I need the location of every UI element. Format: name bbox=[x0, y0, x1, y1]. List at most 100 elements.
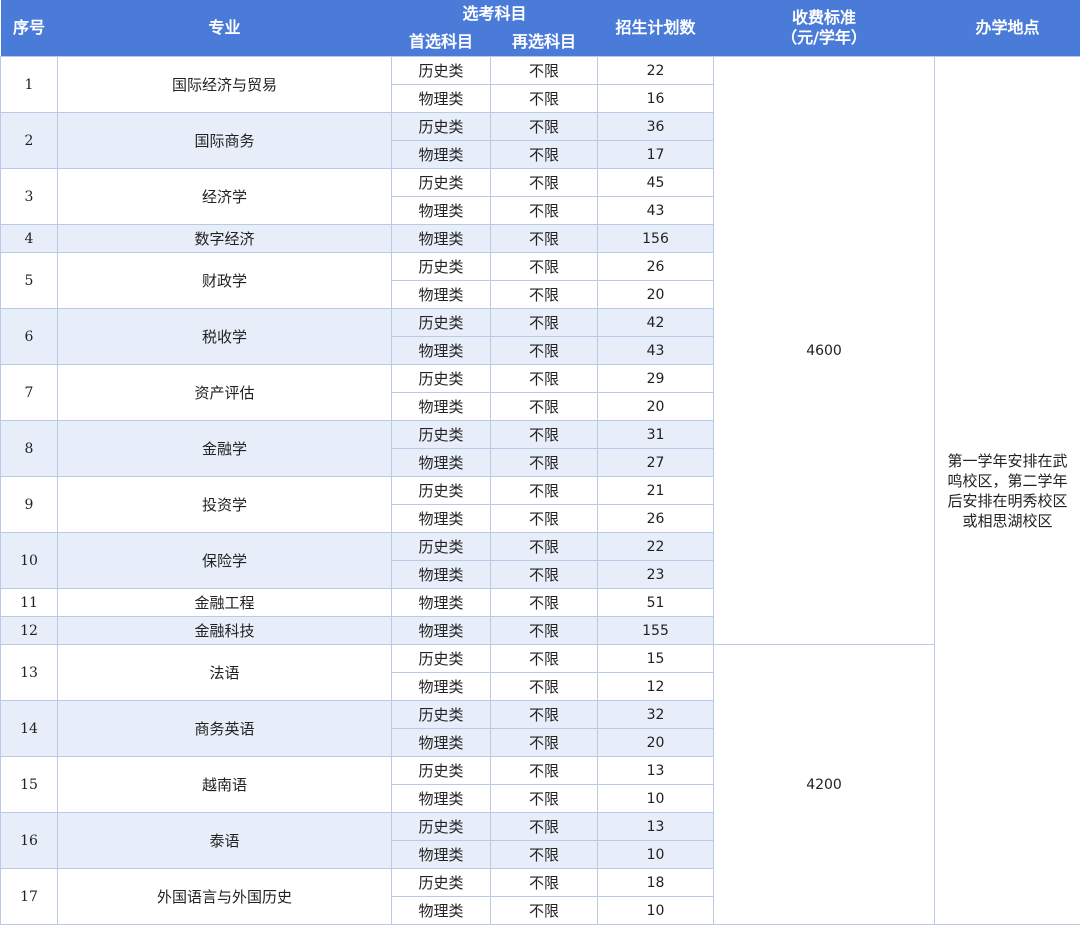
header-first-subject: 首选科目 bbox=[392, 28, 491, 57]
cell-major: 金融工程 bbox=[58, 589, 392, 617]
cell-second-subject: 不限 bbox=[491, 225, 598, 253]
cell-first-subject: 物理类 bbox=[392, 225, 491, 253]
cell-first-subject: 物理类 bbox=[392, 589, 491, 617]
cell-second-subject: 不限 bbox=[491, 85, 598, 113]
cell-seq: 9 bbox=[1, 477, 58, 533]
cell-first-subject: 物理类 bbox=[392, 729, 491, 757]
cell-second-subject: 不限 bbox=[491, 169, 598, 197]
cell-seq: 7 bbox=[1, 365, 58, 421]
cell-major: 金融学 bbox=[58, 421, 392, 477]
cell-seq: 5 bbox=[1, 253, 58, 309]
cell-major: 投资学 bbox=[58, 477, 392, 533]
cell-seq: 16 bbox=[1, 813, 58, 869]
header-second-subject: 再选科目 bbox=[491, 28, 598, 57]
cell-plan: 36 bbox=[598, 113, 714, 141]
cell-seq: 3 bbox=[1, 169, 58, 225]
cell-first-subject: 物理类 bbox=[392, 785, 491, 813]
cell-major: 商务英语 bbox=[58, 701, 392, 757]
cell-second-subject: 不限 bbox=[491, 197, 598, 225]
cell-major: 国际经济与贸易 bbox=[58, 57, 392, 113]
cell-second-subject: 不限 bbox=[491, 869, 598, 897]
cell-second-subject: 不限 bbox=[491, 281, 598, 309]
cell-first-subject: 历史类 bbox=[392, 253, 491, 281]
cell-plan: 12 bbox=[598, 673, 714, 701]
cell-plan: 22 bbox=[598, 533, 714, 561]
cell-first-subject: 物理类 bbox=[392, 393, 491, 421]
cell-first-subject: 历史类 bbox=[392, 365, 491, 393]
cell-first-subject: 物理类 bbox=[392, 505, 491, 533]
cell-seq: 2 bbox=[1, 113, 58, 169]
cell-fee: 4600 bbox=[714, 57, 935, 645]
cell-major: 保险学 bbox=[58, 533, 392, 589]
cell-second-subject: 不限 bbox=[491, 253, 598, 281]
cell-plan: 15 bbox=[598, 645, 714, 673]
cell-second-subject: 不限 bbox=[491, 393, 598, 421]
cell-seq: 12 bbox=[1, 617, 58, 645]
cell-first-subject: 历史类 bbox=[392, 813, 491, 841]
cell-first-subject: 物理类 bbox=[392, 141, 491, 169]
header-major: 专业 bbox=[58, 0, 392, 57]
cell-second-subject: 不限 bbox=[491, 729, 598, 757]
header-fee-line1: 收费标准 bbox=[792, 8, 856, 27]
cell-major: 国际商务 bbox=[58, 113, 392, 169]
cell-seq: 17 bbox=[1, 869, 58, 925]
header-fee: 收费标准 （元/学年） bbox=[714, 0, 935, 57]
cell-first-subject: 物理类 bbox=[392, 281, 491, 309]
cell-second-subject: 不限 bbox=[491, 785, 598, 813]
cell-seq: 10 bbox=[1, 533, 58, 589]
cell-plan: 43 bbox=[598, 197, 714, 225]
cell-second-subject: 不限 bbox=[491, 589, 598, 617]
cell-second-subject: 不限 bbox=[491, 897, 598, 925]
cell-first-subject: 物理类 bbox=[392, 617, 491, 645]
cell-second-subject: 不限 bbox=[491, 701, 598, 729]
cell-second-subject: 不限 bbox=[491, 561, 598, 589]
cell-major: 金融科技 bbox=[58, 617, 392, 645]
cell-first-subject: 历史类 bbox=[392, 701, 491, 729]
cell-fee: 4200 bbox=[714, 645, 935, 925]
cell-first-subject: 物理类 bbox=[392, 337, 491, 365]
header-subjects: 选考科目 bbox=[392, 0, 598, 28]
cell-first-subject: 历史类 bbox=[392, 421, 491, 449]
cell-plan: 16 bbox=[598, 85, 714, 113]
cell-major: 资产评估 bbox=[58, 365, 392, 421]
cell-second-subject: 不限 bbox=[491, 505, 598, 533]
cell-plan: 43 bbox=[598, 337, 714, 365]
cell-second-subject: 不限 bbox=[491, 421, 598, 449]
cell-plan: 10 bbox=[598, 841, 714, 869]
cell-major: 泰语 bbox=[58, 813, 392, 869]
cell-second-subject: 不限 bbox=[491, 673, 598, 701]
cell-plan: 32 bbox=[598, 701, 714, 729]
cell-plan: 26 bbox=[598, 253, 714, 281]
table-row: 13法语历史类不限154200 bbox=[1, 645, 1080, 673]
cell-seq: 6 bbox=[1, 309, 58, 365]
cell-first-subject: 历史类 bbox=[392, 533, 491, 561]
cell-second-subject: 不限 bbox=[491, 645, 598, 673]
cell-plan: 27 bbox=[598, 449, 714, 477]
cell-first-subject: 历史类 bbox=[392, 645, 491, 673]
cell-first-subject: 物理类 bbox=[392, 449, 491, 477]
cell-first-subject: 历史类 bbox=[392, 57, 491, 85]
cell-plan: 13 bbox=[598, 813, 714, 841]
table-body: 1国际经济与贸易历史类不限224600第一学年安排在武鸣校区，第二学年后安排在明… bbox=[1, 57, 1080, 925]
cell-plan: 10 bbox=[598, 785, 714, 813]
cell-plan: 155 bbox=[598, 617, 714, 645]
cell-second-subject: 不限 bbox=[491, 477, 598, 505]
header-plan: 招生计划数 bbox=[598, 0, 714, 57]
cell-first-subject: 物理类 bbox=[392, 673, 491, 701]
cell-seq: 13 bbox=[1, 645, 58, 701]
cell-plan: 156 bbox=[598, 225, 714, 253]
cell-plan: 18 bbox=[598, 869, 714, 897]
header-location: 办学地点 bbox=[935, 0, 1080, 57]
table-row: 1国际经济与贸易历史类不限224600第一学年安排在武鸣校区，第二学年后安排在明… bbox=[1, 57, 1080, 85]
cell-second-subject: 不限 bbox=[491, 617, 598, 645]
cell-major: 财政学 bbox=[58, 253, 392, 309]
cell-second-subject: 不限 bbox=[491, 813, 598, 841]
cell-plan: 29 bbox=[598, 365, 714, 393]
cell-plan: 10 bbox=[598, 897, 714, 925]
cell-first-subject: 历史类 bbox=[392, 169, 491, 197]
cell-first-subject: 物理类 bbox=[392, 197, 491, 225]
cell-first-subject: 历史类 bbox=[392, 757, 491, 785]
cell-plan: 42 bbox=[598, 309, 714, 337]
cell-plan: 22 bbox=[598, 57, 714, 85]
cell-second-subject: 不限 bbox=[491, 57, 598, 85]
